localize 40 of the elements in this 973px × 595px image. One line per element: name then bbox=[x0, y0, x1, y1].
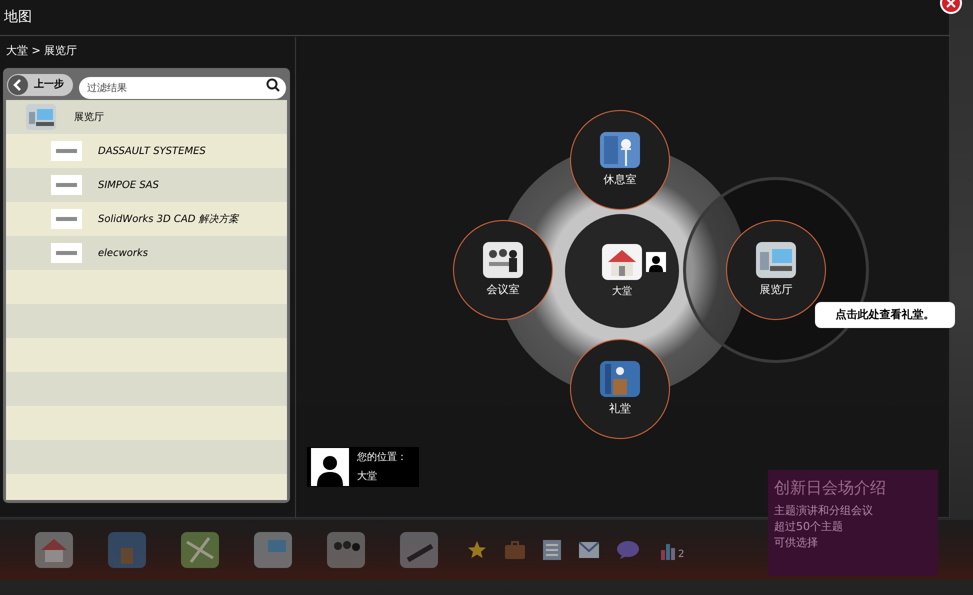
list-item[interactable]: SolidWorks 3D CAD 解决方案 bbox=[6, 202, 287, 236]
banner-text: 超过50个主题 bbox=[774, 519, 844, 535]
location-label: 您的位置： bbox=[357, 450, 407, 465]
close-icon bbox=[946, 0, 956, 8]
chat-icon[interactable] bbox=[617, 541, 639, 559]
pen-icon[interactable] bbox=[400, 532, 438, 568]
exhibition-icon bbox=[756, 242, 796, 278]
banner-text: 可供选择 bbox=[774, 535, 819, 551]
logo-icon bbox=[51, 175, 82, 195]
logo-icon bbox=[51, 209, 82, 229]
list-item[interactable]: elecworks bbox=[6, 236, 287, 270]
tooltip: 点击此处查看礼堂。 bbox=[815, 302, 955, 328]
filter-field[interactable]: 过滤结果 bbox=[79, 77, 286, 99]
briefcase-icon[interactable] bbox=[505, 541, 525, 559]
chairs-icon bbox=[483, 242, 523, 278]
map-icon[interactable] bbox=[181, 532, 219, 568]
banner-text: 主题演讲和分组会议 bbox=[774, 503, 874, 519]
chairs-icon[interactable] bbox=[327, 532, 365, 568]
list-icon[interactable] bbox=[543, 540, 561, 560]
logo-icon bbox=[51, 243, 82, 263]
mail-icon[interactable] bbox=[579, 542, 599, 558]
podium-icon bbox=[600, 360, 640, 397]
star-icon[interactable] bbox=[467, 540, 487, 560]
list-item[interactable]: SIMPOE SAS bbox=[6, 168, 287, 202]
list-item[interactable]: DASSAULT SYSTEMES bbox=[6, 134, 287, 168]
exhibition-icon[interactable] bbox=[254, 532, 292, 568]
lamp-icon bbox=[600, 132, 640, 168]
house-icon[interactable] bbox=[35, 532, 73, 568]
back-button[interactable]: 上一步 bbox=[7, 74, 73, 96]
breadcrumb: 大堂 > 展览厅 bbox=[6, 43, 78, 59]
banner-title: 创新日会场介绍 bbox=[774, 477, 887, 499]
list-item[interactable]: 展览厅 bbox=[6, 100, 287, 134]
badge-count: 2 bbox=[678, 550, 684, 560]
podium-icon[interactable] bbox=[108, 532, 146, 568]
location-value: 大堂 bbox=[357, 470, 378, 484]
search-icon bbox=[266, 78, 280, 92]
house-icon bbox=[602, 244, 642, 280]
logo-icon bbox=[51, 141, 82, 161]
window-title: 地图 bbox=[4, 8, 32, 27]
booth-icon bbox=[26, 104, 56, 130]
